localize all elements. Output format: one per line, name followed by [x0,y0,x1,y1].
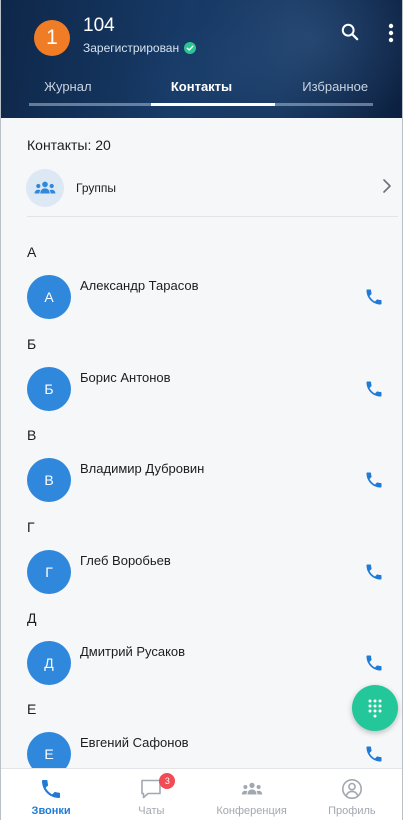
contact-name: Евгений Сафонов [80,735,189,750]
avatar: А [27,275,71,319]
call-button[interactable] [363,286,385,308]
groups-avatar [26,169,64,207]
search-icon [341,23,359,41]
contact-name: Александр Тарасов [80,278,199,293]
chevron-right-icon [383,179,391,193]
nav-label: Профиль [328,805,376,817]
section-letter: В [27,427,37,443]
avatar: Д [27,641,71,685]
avatar: В [27,458,71,502]
contact-name: Дмитрий Русаков [80,644,186,659]
tab-journal[interactable]: Журнал [1,70,135,106]
active-tab-indicator [151,103,275,106]
phone-icon [366,564,382,580]
phone-icon [366,289,382,305]
nav-chats[interactable]: 3 Чаты [101,769,201,820]
contact-name: Глеб Воробьев [80,553,171,568]
call-button[interactable] [363,378,385,400]
tab-favorites[interactable]: Избранное [268,70,402,106]
contact-row[interactable]: Д Дмитрий Русаков [1,641,402,685]
nav-conference[interactable]: Конференция [202,769,302,820]
contact-row[interactable]: А Александр Тарасов [1,275,402,319]
groups-row[interactable]: Группы [1,166,402,208]
phone-icon [366,472,382,488]
nav-label: Чаты [138,805,165,817]
call-button[interactable] [363,652,385,674]
contacts-list[interactable]: Контакты: 20 Группы А А Александр Тарасо… [1,118,402,768]
section-letter: А [27,244,37,260]
avatar: Б [27,367,71,411]
tab-bar: Журнал Контакты Избранное [1,70,402,106]
tab-contacts[interactable]: Контакты [135,70,269,106]
call-button[interactable] [363,561,385,583]
status-text: Зарегистрирован [83,41,180,55]
avatar: Е [27,732,71,768]
phone-icon [366,746,382,762]
groups-label: Группы [76,181,116,195]
registration-status: Зарегистрирован [83,41,197,55]
contact-row[interactable]: Б Борис Антонов [1,367,402,411]
account-number: 104 [83,15,115,36]
call-button[interactable] [363,743,385,765]
nav-calls[interactable]: Звонки [1,769,101,820]
more-vertical-icon [388,23,394,43]
contact-row[interactable]: Е Евгений Сафонов [1,732,402,768]
phone-icon [39,778,63,800]
contact-row[interactable]: Г Глеб Воробьев [1,550,402,594]
app-header: 1 104 Зарегистрирован Журнал Контакты Из… [1,0,402,118]
contact-name: Борис Антонов [80,370,171,385]
conference-icon [240,778,264,800]
profile-icon [340,778,364,800]
unread-badge: 3 [159,773,176,789]
section-letter: Е [27,701,37,717]
section-letter: Д [27,610,37,626]
dialpad-fab[interactable] [352,685,398,731]
contact-row[interactable]: В Владимир Дубровин [1,458,402,502]
phone-icon [366,655,382,671]
check-circle-icon [184,42,197,54]
more-menu-button[interactable] [381,19,401,47]
section-letter: Г [27,519,35,535]
nav-label: Звонки [31,805,71,817]
dialpad-icon [368,699,382,718]
bottom-navigation: Звонки 3 Чаты Конференция Профиль [1,768,402,820]
section-letter: Б [27,336,37,352]
contact-name: Владимир Дубровин [80,461,205,476]
divider [27,216,398,217]
nav-profile[interactable]: Профиль [302,769,402,820]
groups-icon [34,181,56,194]
avatar: Г [27,550,71,594]
phone-icon [366,381,382,397]
nav-label: Конференция [216,805,287,817]
account-badge[interactable]: 1 [34,20,70,56]
contacts-count: Контакты: 20 [27,137,111,153]
search-button[interactable] [337,19,363,45]
call-button[interactable] [363,469,385,491]
